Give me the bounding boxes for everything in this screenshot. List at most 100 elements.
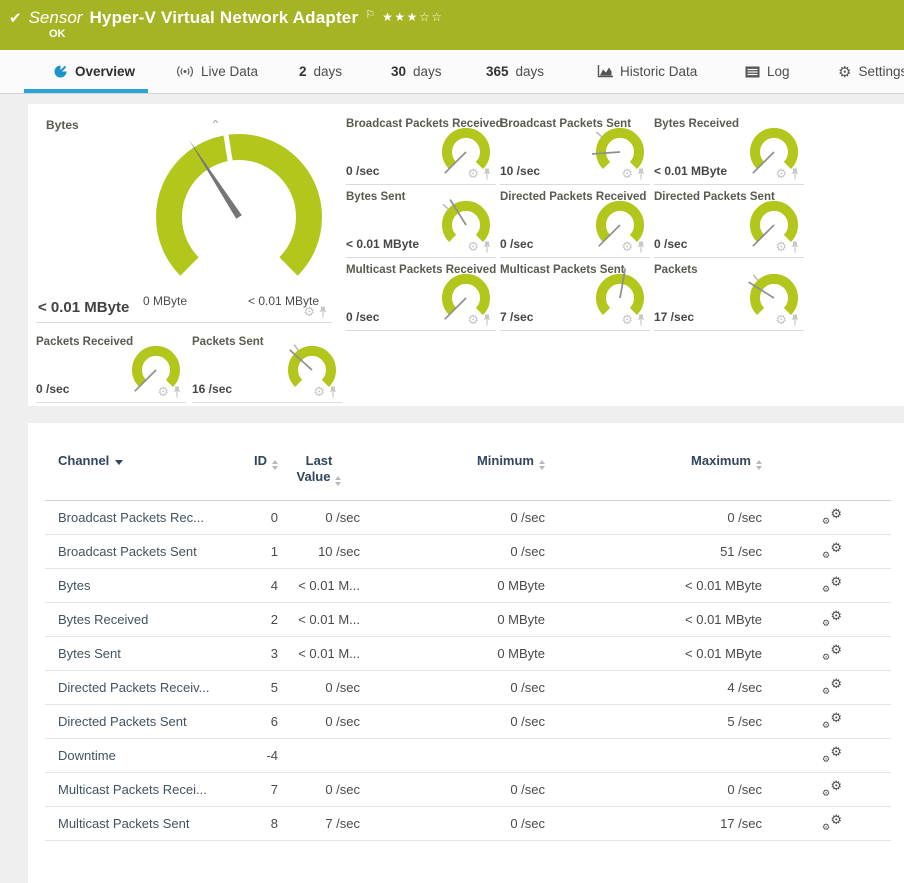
pin-icon[interactable] (318, 306, 328, 318)
pin-icon[interactable] (636, 241, 646, 253)
table-row[interactable]: Broadcast Packets Rec... 0 0 /sec 0 /sec 0 /… (45, 500, 891, 535)
flag-icon[interactable]: ⚐ (365, 8, 375, 21)
tab-number: 365 (486, 64, 509, 79)
channels-panel: Channel ID Last Value Minimum Maximum Bro… (28, 423, 904, 883)
channel-settings-icon[interactable]: ⚙ ⚙ (822, 812, 842, 832)
channel-settings-icon[interactable]: ⚙ ⚙ (822, 540, 842, 560)
priority-star-rating[interactable]: ★★★☆☆ (382, 10, 443, 24)
table-row[interactable]: Broadcast Packets Sent 1 10 /sec 0 /sec 51 /… (45, 534, 891, 569)
channel-settings-icon[interactable]: ⚙ ⚙ (822, 506, 842, 526)
table-row[interactable]: Downtime -4 ⚙ ⚙ (45, 738, 891, 773)
column-header-id[interactable]: ID (245, 443, 278, 501)
channel-link[interactable]: Multicast Packets Sent (45, 806, 245, 841)
channel-maximum: < 0.01 MByte (545, 636, 762, 671)
gear-icon[interactable]: ⚙ (775, 240, 787, 253)
channel-settings-icon[interactable]: ⚙ ⚙ (822, 608, 842, 628)
tab-log[interactable]: Log (745, 50, 790, 93)
gear-icon[interactable]: ⚙ (621, 313, 633, 326)
gauge-cell: Packets 17 /sec ⚙ (654, 262, 804, 331)
table-row[interactable]: Directed Packets Receiv... 5 0 /sec 0 /sec 4… (45, 670, 891, 705)
tab-overview[interactable]: Overview (24, 50, 148, 93)
main-gauge-cell: Bytes x̄ 0 MByte < 0.01 MByte < 0.01 MBy… (36, 114, 332, 323)
tab-2-days[interactable]: 2 days (299, 50, 342, 93)
pin-icon[interactable] (790, 241, 800, 253)
row-spacer (842, 534, 891, 569)
pin-icon[interactable] (172, 386, 182, 398)
channel-minimum: 0 /sec (360, 534, 545, 569)
broadcast-icon (176, 65, 194, 78)
channel-link[interactable]: Downtime (45, 738, 245, 773)
channel-link[interactable]: Directed Packets Receiv... (45, 670, 245, 705)
pin-icon[interactable] (636, 168, 646, 180)
channel-link[interactable]: Bytes (45, 568, 245, 603)
pin-icon[interactable] (328, 386, 338, 398)
tab-365-days[interactable]: 365 days (486, 50, 544, 93)
gauge-title: Bytes (46, 118, 79, 132)
channel-id: 6 (245, 704, 278, 739)
table-row[interactable]: Multicast Packets Recei... 7 0 /sec 0 /sec 0… (45, 772, 891, 807)
gauge-title: Packets Sent (192, 336, 264, 348)
gauge-value: 17 /sec (654, 310, 695, 324)
average-marker (442, 203, 449, 210)
channel-settings-icon[interactable]: ⚙ ⚙ (822, 778, 842, 798)
average-label: x̄ (213, 120, 219, 126)
gear-icon[interactable]: ⚙ (621, 167, 633, 180)
gauge-value: 0 /sec (500, 237, 534, 251)
gear-icon[interactable]: ⚙ (621, 240, 633, 253)
gear-icon[interactable]: ⚙ (313, 385, 325, 398)
channel-settings-icon[interactable]: ⚙ ⚙ (822, 710, 842, 730)
channel-settings-icon[interactable]: ⚙ ⚙ (822, 642, 842, 662)
gear-icon[interactable]: ⚙ (467, 313, 479, 326)
column-header-spacer (842, 443, 891, 501)
channel-last-value: 0 /sec (278, 772, 360, 807)
table-row[interactable]: Bytes Received 2 < 0.01 M... 0 MByte < 0.01 … (45, 602, 891, 637)
channel-link[interactable]: Broadcast Packets Sent (45, 534, 245, 569)
channel-minimum: 0 /sec (360, 670, 545, 705)
gauge-min-label: 0 MByte (143, 294, 188, 308)
column-header-channel[interactable]: Channel (45, 443, 245, 501)
gauge-value: 0 /sec (346, 164, 380, 178)
table-row[interactable]: Multicast Packets Sent 8 7 /sec 0 /sec 17 /s… (45, 806, 891, 841)
tab-live-data[interactable]: Live Data (176, 50, 258, 93)
gear-icon[interactable]: ⚙ (775, 313, 787, 326)
channel-link[interactable]: Bytes Received (45, 602, 245, 637)
pin-icon[interactable] (790, 314, 800, 326)
channel-settings-icon[interactable]: ⚙ ⚙ (822, 744, 842, 764)
pin-icon[interactable] (790, 168, 800, 180)
tab-30-days[interactable]: 30 days (391, 50, 442, 93)
tab-historic-data[interactable]: Historic Data (597, 50, 697, 93)
channels-table: Channel ID Last Value Minimum Maximum Bro… (45, 443, 891, 841)
column-header-maximum[interactable]: Maximum (545, 443, 762, 501)
average-marker (752, 274, 759, 281)
channel-link[interactable]: Bytes Sent (45, 636, 245, 671)
table-row[interactable]: Directed Packets Sent 6 0 /sec 0 /sec 5 /sec… (45, 704, 891, 739)
channel-settings-icon[interactable]: ⚙ ⚙ (822, 574, 842, 594)
tab-settings[interactable]: ⚙ Settings (838, 50, 904, 93)
pin-icon[interactable] (482, 314, 492, 326)
channel-last-value: < 0.01 M... (278, 602, 360, 637)
channel-link[interactable]: Multicast Packets Recei... (45, 772, 245, 807)
status-badge: OK (49, 28, 66, 40)
channel-link[interactable]: Directed Packets Sent (45, 704, 245, 739)
sort-icon (335, 476, 342, 486)
pin-icon[interactable] (636, 314, 646, 326)
column-header-minimum[interactable]: Minimum (360, 443, 545, 501)
tab-label: days (515, 64, 545, 79)
pin-icon[interactable] (482, 241, 492, 253)
row-spacer (842, 602, 891, 637)
channel-settings-icon[interactable]: ⚙ ⚙ (822, 676, 842, 696)
tab-number: 2 (299, 64, 307, 79)
gear-icon[interactable]: ⚙ (303, 305, 315, 318)
gauge-dial: x̄ (156, 114, 322, 276)
pin-icon[interactable] (482, 168, 492, 180)
gear-icon[interactable]: ⚙ (157, 385, 169, 398)
gear-icon[interactable]: ⚙ (467, 167, 479, 180)
gear-icon[interactable]: ⚙ (467, 240, 479, 253)
tab-label: days (413, 64, 442, 79)
column-header-last-value[interactable]: Last Value (278, 443, 360, 501)
table-row[interactable]: Bytes Sent 3 < 0.01 M... 0 MByte < 0.01 MByt… (45, 636, 891, 671)
table-row[interactable]: Bytes 4 < 0.01 M... 0 MByte < 0.01 MByte ⚙ ⚙ (45, 568, 891, 603)
gear-icon[interactable]: ⚙ (775, 167, 787, 180)
gauge-value: < 0.01 MByte (654, 164, 728, 178)
channel-link[interactable]: Broadcast Packets Rec... (45, 500, 245, 535)
